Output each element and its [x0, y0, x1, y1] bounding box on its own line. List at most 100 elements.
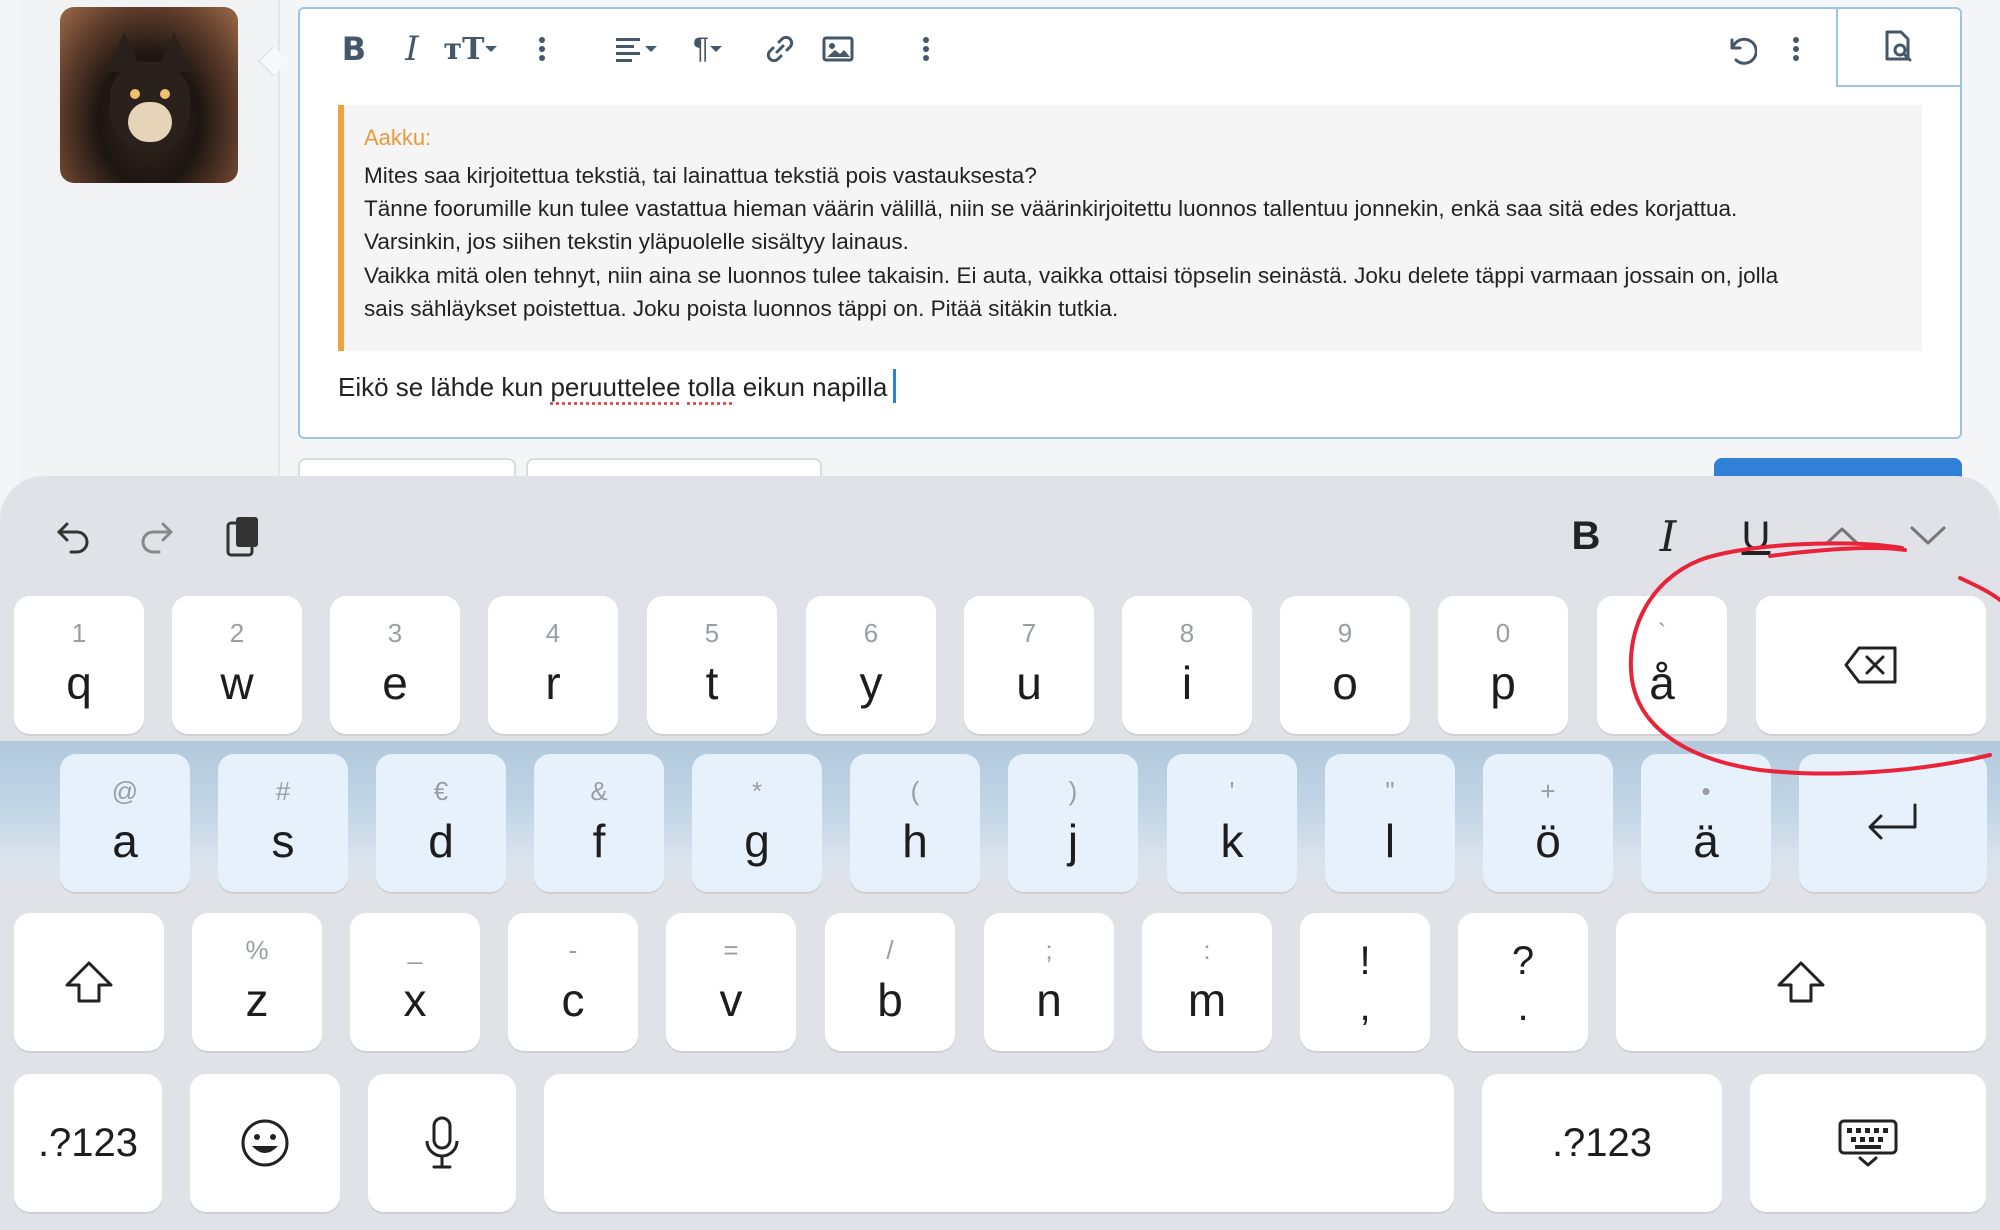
- key-o-umlaut[interactable]: + ö: [1483, 754, 1613, 892]
- key-q[interactable]: 1q: [14, 596, 144, 734]
- key-label: w: [220, 657, 254, 709]
- more-actions-icon[interactable]: [1786, 29, 1806, 69]
- key-n[interactable]: ; n: [984, 913, 1114, 1051]
- rich-text-editor[interactable]: B I тТ ¶ Aakku: Mites saa kirjoitettua t…: [298, 7, 1962, 439]
- key-v[interactable]: = v: [666, 913, 796, 1051]
- more-options-icon[interactable]: [532, 29, 552, 69]
- italic-button[interactable]: I: [394, 29, 430, 69]
- key-g[interactable]: * g: [692, 754, 822, 892]
- key-label: r: [545, 657, 561, 709]
- key-label: ä: [1693, 815, 1719, 867]
- key-exclamation-comma[interactable]: !,: [1300, 913, 1430, 1051]
- key-z[interactable]: % z: [192, 913, 322, 1051]
- key-a-ring[interactable]: ` å: [1597, 596, 1727, 734]
- key-hint: +: [1540, 776, 1556, 806]
- format-bold-button[interactable]: B: [1562, 496, 1610, 576]
- shift-key-right[interactable]: [1616, 913, 1986, 1051]
- key-e[interactable]: 3e: [330, 596, 460, 734]
- key-hint: =: [723, 935, 739, 965]
- key-f[interactable]: & f: [534, 754, 664, 892]
- chevron-down-icon: [645, 46, 657, 52]
- key-label: t: [705, 657, 719, 709]
- key-hint: :: [1203, 935, 1211, 965]
- key-y[interactable]: 6y: [806, 596, 936, 734]
- numbers-key-right[interactable]: .?123: [1482, 1074, 1722, 1212]
- key-a-umlaut[interactable]: • ä: [1641, 754, 1771, 892]
- key-hint: 6: [863, 618, 879, 648]
- key-label: .?123: [37, 1120, 139, 1165]
- key-shifted: ?: [1511, 939, 1535, 983]
- key-label: b: [877, 974, 903, 1026]
- key-label: a: [112, 815, 138, 867]
- key-r[interactable]: 4r: [488, 596, 618, 734]
- text-size-button[interactable]: тТ: [440, 29, 502, 69]
- format-italic-button[interactable]: I: [1644, 496, 1692, 576]
- key-label: h: [902, 815, 928, 867]
- key-j[interactable]: ) j: [1008, 754, 1138, 892]
- key-p[interactable]: 0p: [1438, 596, 1568, 734]
- preview-icon: [1885, 30, 1912, 62]
- key-hint: 4: [545, 618, 561, 648]
- chevron-down-icon[interactable]: [1904, 496, 1952, 576]
- key-s[interactable]: # s: [218, 754, 348, 892]
- keyboard-redo-icon[interactable]: [132, 496, 182, 576]
- enter-key[interactable]: [1799, 754, 1987, 892]
- space-bar[interactable]: [544, 1074, 1454, 1212]
- key-label: c: [561, 974, 585, 1026]
- misspelled-word[interactable]: peruuttelee: [550, 372, 680, 402]
- image-icon[interactable]: [818, 29, 858, 69]
- key-b[interactable]: / b: [825, 913, 955, 1051]
- clipboard-paste-icon[interactable]: [218, 496, 268, 576]
- text-size-label: тТ: [443, 31, 485, 67]
- quoted-message: Aakku: Mites saa kirjoitettua tekstiä, t…: [338, 105, 1922, 351]
- key-t[interactable]: 5t: [647, 596, 777, 734]
- more-insert-icon[interactable]: [916, 29, 936, 69]
- key-k[interactable]: ' k: [1167, 754, 1297, 892]
- key-hint: 5: [704, 618, 720, 648]
- key-u[interactable]: 7u: [964, 596, 1094, 734]
- avatar-eye: [130, 89, 140, 99]
- avatar[interactable]: [60, 7, 238, 183]
- paragraph-button[interactable]: ¶: [680, 29, 736, 69]
- key-h[interactable]: (h: [850, 754, 980, 892]
- key-label: l: [1384, 815, 1396, 867]
- key-label: j: [1067, 815, 1079, 867]
- undo-icon[interactable]: [1720, 29, 1760, 69]
- shift-key-left[interactable]: [14, 913, 164, 1051]
- format-underline-button[interactable]: U: [1732, 496, 1780, 576]
- emoji-key[interactable]: [190, 1074, 340, 1212]
- avatar-muzzle: [128, 102, 172, 142]
- key-hint: ;: [1045, 935, 1053, 965]
- key-label: ,: [1359, 985, 1371, 1029]
- link-icon[interactable]: [760, 29, 800, 69]
- bold-button[interactable]: B: [336, 29, 372, 69]
- key-l[interactable]: " l: [1325, 754, 1455, 892]
- key-label: .: [1517, 985, 1529, 1029]
- key-x[interactable]: _ x: [350, 913, 480, 1051]
- key-label: x: [403, 974, 427, 1026]
- key-m[interactable]: :m: [1142, 913, 1272, 1051]
- key-label: n: [1036, 974, 1062, 1026]
- quote-author[interactable]: Aakku:: [364, 125, 431, 151]
- microphone-key[interactable]: [368, 1074, 516, 1212]
- key-d[interactable]: € d: [376, 754, 506, 892]
- key-i[interactable]: 8i: [1122, 596, 1252, 734]
- key-question-period[interactable]: ?.: [1458, 913, 1588, 1051]
- key-label: f: [592, 815, 606, 867]
- key-hint: 0: [1495, 618, 1511, 648]
- align-button[interactable]: [608, 29, 664, 69]
- key-c[interactable]: -c: [508, 913, 638, 1051]
- chevron-up-icon[interactable]: [1818, 496, 1866, 576]
- key-a[interactable]: @ a: [60, 754, 190, 892]
- keyboard-undo-icon[interactable]: [48, 496, 98, 576]
- numbers-key-left[interactable]: .?123: [14, 1074, 162, 1212]
- key-o[interactable]: 9o: [1280, 596, 1410, 734]
- preview-button[interactable]: [1836, 9, 1960, 87]
- misspelled-word[interactable]: tolla: [688, 372, 736, 402]
- key-label: s: [271, 815, 295, 867]
- key-w[interactable]: 2w: [172, 596, 302, 734]
- reply-text[interactable]: Eikö se lähde kun peruuttelee tolla eiku…: [338, 369, 897, 403]
- shift-icon: [1777, 961, 1825, 1003]
- backspace-key[interactable]: [1756, 596, 1986, 734]
- hide-keyboard-key[interactable]: [1750, 1074, 1986, 1212]
